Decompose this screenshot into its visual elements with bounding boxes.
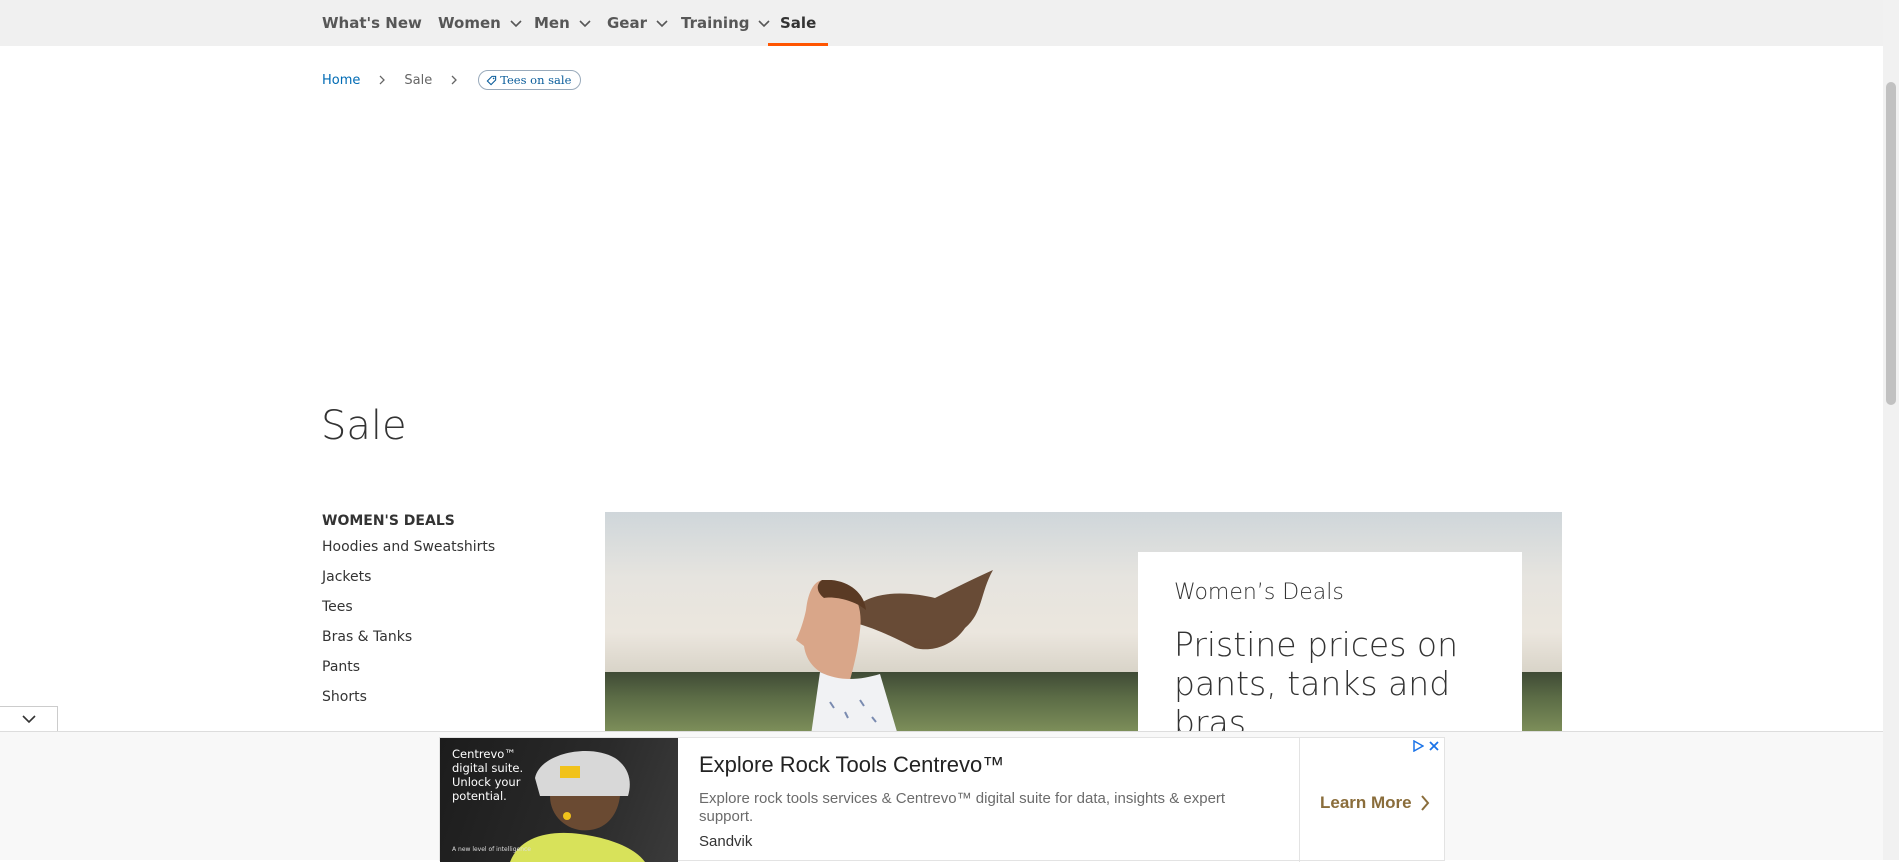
- ad-controls: [1412, 740, 1440, 752]
- breadcrumb-home[interactable]: Home: [322, 73, 360, 88]
- page-title: Sale: [321, 403, 407, 449]
- hero-kicker: Women’s Deals: [1174, 580, 1344, 605]
- sidebar-heading: WOMEN'S DEALS: [322, 513, 455, 529]
- ad-unit[interactable]: Centrevo™ digital suite. Unlock your pot…: [439, 737, 1445, 862]
- ad-brand: Sandvik: [699, 833, 753, 850]
- chevron-down-icon: [21, 715, 36, 724]
- chevron-right-icon: [379, 75, 386, 85]
- breadcrumb-tag-chip[interactable]: Tees on sale: [478, 70, 582, 90]
- close-icon[interactable]: [1428, 740, 1440, 752]
- nav-item-label: Gear: [607, 14, 648, 32]
- ad-learn-more-button[interactable]: Learn More: [1320, 793, 1430, 813]
- chevron-right-icon: [1420, 795, 1429, 811]
- nav-item-label: What's New: [322, 14, 422, 32]
- nav-item-label: Sale: [780, 14, 817, 32]
- chevron-down-icon: [510, 20, 522, 28]
- hero-banner[interactable]: Women’s Deals Pristine prices on pants, …: [605, 512, 1562, 731]
- nav-item-women[interactable]: Women: [438, 0, 523, 46]
- sidebar-item-hoodies[interactable]: Hoodies and Sweatshirts: [322, 532, 582, 562]
- scrollbar-thumb[interactable]: [1886, 82, 1896, 405]
- page-scrollbar[interactable]: [1883, 0, 1899, 860]
- hero-headline: Pristine prices on pants, tanks and bras: [1174, 625, 1458, 731]
- active-indicator: [768, 43, 829, 46]
- nav-item-whats-new[interactable]: What's New: [322, 0, 422, 46]
- sidebar-item-tees[interactable]: Tees: [322, 592, 582, 622]
- nav-item-label: Training: [681, 14, 750, 32]
- adchoices-icon[interactable]: [1412, 740, 1424, 752]
- sidebar-item-shorts[interactable]: Shorts: [322, 682, 582, 712]
- nav-item-training[interactable]: Training: [681, 0, 771, 46]
- chevron-right-icon: [451, 75, 458, 85]
- sidebar-categories: WOMEN'S DEALS Hoodies and Sweatshirts Ja…: [322, 510, 582, 712]
- breadcrumb-current: Sale: [404, 72, 433, 88]
- nav-item-gear[interactable]: Gear: [607, 0, 669, 46]
- nav-item-label: Men: [534, 14, 570, 32]
- top-navigation: What's New Women Men Gear Training Sale: [0, 0, 1883, 46]
- breadcrumb: Home Sale Tees on sale: [322, 69, 582, 91]
- tag-icon: [486, 75, 497, 85]
- nav-item-label: Women: [438, 14, 501, 32]
- sidebar-item-pants[interactable]: Pants: [322, 652, 582, 682]
- ad-description: Explore rock tools services & Centrevo™ …: [699, 790, 1226, 825]
- sidebar-item-jackets[interactable]: Jackets: [322, 562, 582, 592]
- hero-model-top: [811, 672, 897, 731]
- ad-title[interactable]: Explore Rock Tools Centrevo™: [699, 752, 1004, 778]
- nav-item-sale[interactable]: Sale: [768, 0, 829, 46]
- tag-chip-label: Tees on sale: [500, 73, 572, 87]
- chevron-down-icon: [656, 20, 668, 28]
- nav-item-men[interactable]: Men: [534, 0, 592, 46]
- ad-cta-label: Learn More: [1320, 793, 1412, 812]
- hero-model-hair: [855, 570, 993, 650]
- hero-promo-card: Women’s Deals Pristine prices on pants, …: [1138, 552, 1522, 731]
- ad-collapse-toggle[interactable]: [0, 706, 58, 731]
- ad-divider: [1299, 738, 1300, 862]
- chevron-down-icon: [758, 20, 771, 28]
- ad-bar: Centrevo™ digital suite. Unlock your pot…: [0, 731, 1883, 862]
- ad-image[interactable]: Centrevo™ digital suite. Unlock your pot…: [440, 738, 678, 862]
- chevron-down-icon: [579, 20, 591, 28]
- ad-image-worker: [510, 750, 645, 862]
- ad-image-footnote: A new level of intelligence: [452, 846, 531, 853]
- sidebar-item-bras-tanks[interactable]: Bras & Tanks: [322, 622, 582, 652]
